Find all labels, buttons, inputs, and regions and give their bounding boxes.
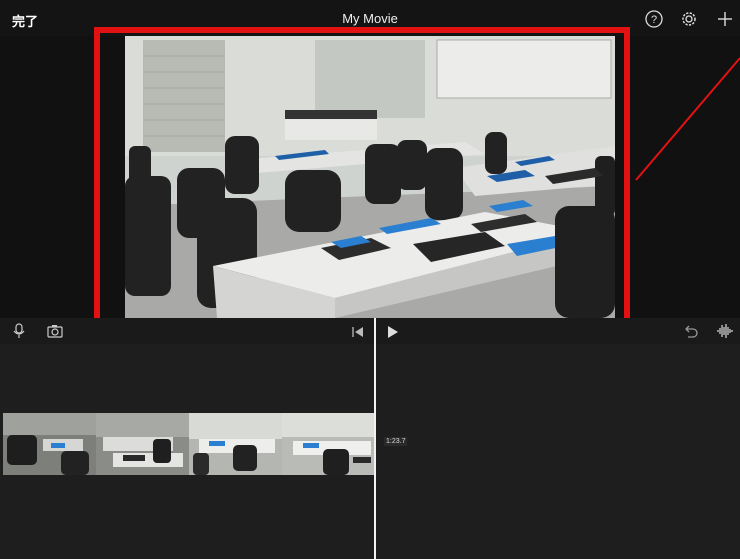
svg-text:?: ? xyxy=(651,14,657,26)
clip-thumbnail xyxy=(3,413,96,475)
help-circle-icon[interactable]: ? xyxy=(644,9,664,29)
project-title: My Movie xyxy=(342,11,398,26)
clip-thumbnail xyxy=(96,413,189,475)
video-viewer xyxy=(0,36,740,318)
gear-icon[interactable] xyxy=(679,9,699,29)
playhead[interactable] xyxy=(374,318,376,559)
plus-icon[interactable] xyxy=(715,9,735,29)
top-bar: 完了 My Movie ? xyxy=(0,0,740,36)
play-icon[interactable] xyxy=(383,323,401,341)
clip-thumbnail xyxy=(282,413,375,475)
skip-back-icon[interactable] xyxy=(349,323,367,341)
video-preview-frame[interactable] xyxy=(125,36,615,318)
undo-icon[interactable] xyxy=(681,322,699,340)
clip-duration-label: 1:23.7 xyxy=(384,437,408,446)
timeline-controls xyxy=(0,318,740,344)
camera-icon[interactable] xyxy=(46,322,64,340)
microphone-icon[interactable] xyxy=(10,322,28,340)
clip-thumbnail xyxy=(189,413,282,475)
audio-waveform-icon[interactable] xyxy=(716,322,734,340)
timeline[interactable] xyxy=(0,344,740,559)
video-clip[interactable] xyxy=(3,413,375,475)
